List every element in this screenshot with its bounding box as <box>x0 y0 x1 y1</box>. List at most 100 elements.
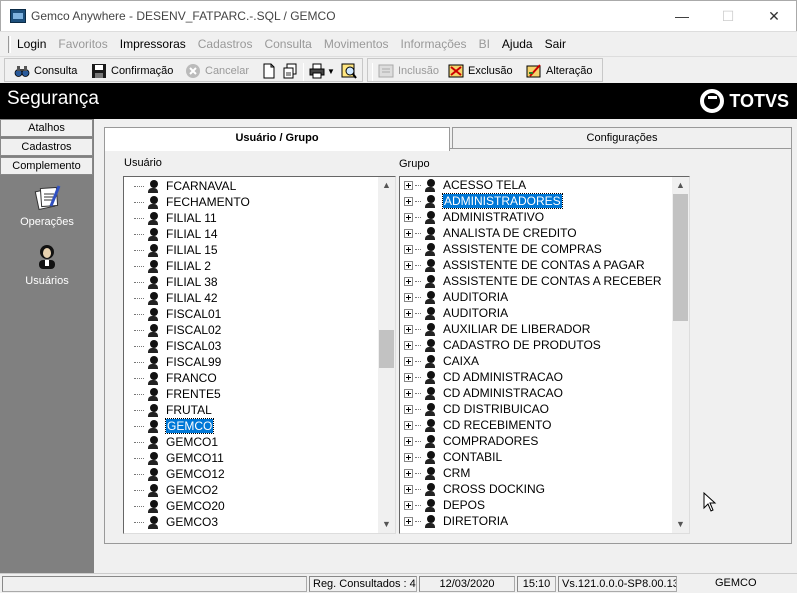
tab-configuracoes[interactable]: Configurações <box>452 127 792 149</box>
sidebar-tab-complemento[interactable]: Complemento <box>0 157 93 175</box>
exclusao-button[interactable]: Exclusão <box>448 62 513 80</box>
menu-item-informacoes[interactable]: Informações <box>401 37 467 51</box>
preview-button[interactable] <box>341 62 361 80</box>
tree-item[interactable]: AUXILIAR DE LIBERADOR <box>404 321 590 337</box>
expand-plus-icon[interactable] <box>404 260 413 270</box>
tree-item[interactable]: CD DISTRIBUICAO <box>404 401 549 417</box>
tree-item[interactable]: COMPRADORES <box>404 433 538 449</box>
tree-item[interactable]: ASSISTENTE DE CONTAS A RECEBER <box>404 273 662 289</box>
tree-item[interactable]: CADASTRO DE PRODUTOS <box>404 337 601 353</box>
scroll-down-icon[interactable]: ▼ <box>378 516 395 533</box>
tree-item[interactable]: AUDITORIA <box>404 305 508 321</box>
list-item[interactable]: GEMCO1 <box>134 434 218 450</box>
tree-item[interactable]: CRM <box>404 465 470 481</box>
list-item[interactable]: FISCAL03 <box>134 338 221 354</box>
expand-plus-icon[interactable] <box>404 452 413 462</box>
tree-item[interactable]: DIRETORIA <box>404 513 508 529</box>
list-item[interactable]: FECHAMENTO <box>134 194 250 210</box>
list-item[interactable]: FILIAL 2 <box>134 258 211 274</box>
expand-plus-icon[interactable] <box>404 324 413 334</box>
inclusao-button[interactable]: Inclusão <box>378 62 439 80</box>
grupo-scrollbar[interactable]: ▲ ▼ <box>672 177 689 533</box>
list-item[interactable]: GEMCO2 <box>134 482 218 498</box>
sidebar-item-usuarios[interactable]: Usuários <box>0 243 94 287</box>
expand-plus-icon[interactable] <box>404 420 413 430</box>
scroll-up-icon[interactable]: ▲ <box>672 177 689 194</box>
menu-item-movimentos[interactable]: Movimentos <box>324 37 389 51</box>
sidebar-tab-atalhos[interactable]: Atalhos <box>0 119 93 137</box>
tree-item[interactable]: CAIXA <box>404 353 479 369</box>
alteracao-button[interactable]: Alteração <box>526 62 592 80</box>
minimize-button[interactable]: — <box>659 1 705 31</box>
expand-plus-icon[interactable] <box>404 276 413 286</box>
tree-item[interactable]: ADMINISTRATIVO <box>404 209 544 225</box>
tree-item[interactable]: ASSISTENTE DE CONTAS A PAGAR <box>404 257 645 273</box>
menu-item-cadastros[interactable]: Cadastros <box>198 37 253 51</box>
scroll-down-icon[interactable]: ▼ <box>672 516 689 533</box>
expand-plus-icon[interactable] <box>404 308 413 318</box>
tree-item[interactable]: AUDITORIA <box>404 289 508 305</box>
usuario-list[interactable]: FCARNAVAL FECHAMENTO FILIAL 11 FILIAL 14 FIL… <box>123 176 396 534</box>
list-item[interactable]: GEMCO12 <box>134 466 225 482</box>
list-item[interactable]: FRANCO <box>134 370 217 386</box>
tree-item[interactable]: CD RECEBIMENTO <box>404 417 551 433</box>
list-item[interactable]: GEMCO20 <box>134 498 225 514</box>
scroll-thumb[interactable] <box>673 194 688 321</box>
close-button[interactable]: ✕ <box>751 1 797 31</box>
list-item[interactable]: FISCAL99 <box>134 354 221 370</box>
menu-item-bi[interactable]: BI <box>479 37 490 51</box>
expand-plus-icon[interactable] <box>404 388 413 398</box>
expand-plus-icon[interactable] <box>404 436 413 446</box>
list-item[interactable]: FILIAL 11 <box>134 210 217 226</box>
tree-item[interactable]: ASSISTENTE DE COMPRAS <box>404 241 602 257</box>
usuario-scrollbar[interactable]: ▲ ▼ <box>378 177 395 533</box>
expand-plus-icon[interactable] <box>404 180 413 190</box>
menu-item-impressoras[interactable]: Impressoras <box>120 37 186 51</box>
menu-item-favoritos[interactable]: Favoritos <box>58 37 107 51</box>
list-item[interactable]: GEMCO11 <box>134 450 224 466</box>
expand-plus-icon[interactable] <box>404 244 413 254</box>
list-item[interactable]: FISCAL02 <box>134 322 221 338</box>
expand-plus-icon[interactable] <box>404 500 413 510</box>
sidebar-item-operacoes[interactable]: Operações <box>0 184 94 228</box>
list-item[interactable]: FRENTE5 <box>134 386 221 402</box>
list-item[interactable]: FILIAL 15 <box>134 242 218 258</box>
expand-plus-icon[interactable] <box>404 356 413 366</box>
new-document-button[interactable] <box>261 62 281 80</box>
expand-plus-icon[interactable] <box>404 372 413 382</box>
expand-plus-icon[interactable] <box>404 228 413 238</box>
expand-plus-icon[interactable] <box>404 292 413 302</box>
menu-item-ajuda[interactable]: Ajuda <box>502 37 533 51</box>
confirmacao-button[interactable]: Confirmação <box>91 62 173 80</box>
list-item[interactable]: FILIAL 14 <box>134 226 218 242</box>
list-item[interactable]: FILIAL 42 <box>134 290 218 306</box>
list-item[interactable]: FISCAL01 <box>134 306 221 322</box>
expand-plus-icon[interactable] <box>404 340 413 350</box>
consulta-button[interactable]: Consulta <box>14 62 77 80</box>
tree-item[interactable]: DEPOS <box>404 497 485 513</box>
sidebar-tab-cadastros[interactable]: Cadastros <box>0 138 93 156</box>
expand-plus-icon[interactable] <box>404 484 413 494</box>
tree-item[interactable]: CD ADMINISTRACAO <box>404 369 563 385</box>
expand-plus-icon[interactable] <box>404 516 413 526</box>
menu-item-login[interactable]: Login <box>17 37 46 51</box>
copy-document-button[interactable] <box>282 62 302 80</box>
list-item[interactable]: FILIAL 38 <box>134 274 218 290</box>
tree-item[interactable]: ADMINISTRADORES <box>404 193 563 209</box>
expand-plus-icon[interactable] <box>404 404 413 414</box>
expand-plus-icon[interactable] <box>404 468 413 478</box>
list-item[interactable]: GEMCO3 <box>134 514 218 530</box>
menu-item-sair[interactable]: Sair <box>545 37 566 51</box>
print-button[interactable]: ▼ <box>309 62 335 80</box>
list-item[interactable]: FCARNAVAL <box>134 178 236 194</box>
scroll-up-icon[interactable]: ▲ <box>378 177 395 194</box>
tree-item[interactable]: CROSS DOCKING <box>404 481 545 497</box>
cancelar-button[interactable]: Cancelar <box>185 62 249 80</box>
scroll-thumb[interactable] <box>379 330 394 368</box>
grupo-list[interactable]: ACESSO TELA ADMINISTRADORES ADMINISTRATIVO… <box>399 176 690 534</box>
expand-plus-icon[interactable] <box>404 212 413 222</box>
tree-item[interactable]: CONTABIL <box>404 449 502 465</box>
list-item[interactable]: FRUTAL <box>134 402 212 418</box>
menu-item-consulta[interactable]: Consulta <box>264 37 311 51</box>
maximize-button[interactable]: ☐ <box>705 1 751 31</box>
